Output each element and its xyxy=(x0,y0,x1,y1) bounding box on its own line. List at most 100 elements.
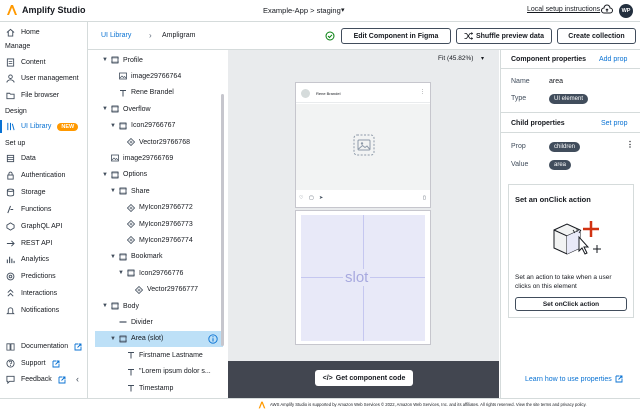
nav-item-ui-library[interactable]: UI Library NEW xyxy=(0,119,87,134)
learn-properties-link[interactable]: Learn how to use properties xyxy=(525,375,623,383)
caret-down-icon[interactable]: ▼ xyxy=(109,254,117,260)
info-icon[interactable] xyxy=(208,334,218,344)
local-setup-link[interactable]: Local setup instructions xyxy=(527,6,600,13)
nav-item-support[interactable]: Support xyxy=(0,356,87,371)
slot-label: slot xyxy=(343,269,371,286)
chevron-down-icon[interactable]: ▾ xyxy=(341,6,345,14)
heart-icon[interactable]: ♡ xyxy=(299,195,303,201)
tree-row[interactable]: Vector29766768 xyxy=(95,134,223,150)
tree-row[interactable]: Firstname Lastname xyxy=(95,347,223,363)
nav-item-feedback[interactable]: Feedback xyxy=(0,372,87,387)
tree-row[interactable]: ▼ Profile xyxy=(95,52,223,68)
overflow-menu-icon[interactable]: ⋮ xyxy=(420,89,425,95)
content-icon xyxy=(6,58,15,67)
tree-row[interactable]: Rene Brandel xyxy=(95,85,223,101)
profile-name: Rene Brandel xyxy=(316,91,341,96)
nav-item-documentation[interactable]: Documentation xyxy=(0,339,87,354)
caret-down-icon[interactable]: ▼ xyxy=(117,270,125,276)
tree-row-label: Icon29766767 xyxy=(131,122,176,130)
tree-row[interactable]: MyIcon29766772 xyxy=(95,200,223,216)
code-icon: </> xyxy=(322,374,333,382)
tree-row[interactable]: "Lorem ipsum dolor s... xyxy=(95,364,223,380)
comment-icon[interactable]: ▢ xyxy=(309,195,314,201)
edit-in-figma-button[interactable]: Edit Component in Figma xyxy=(341,28,451,44)
tree-row[interactable]: image29766764 xyxy=(95,68,223,84)
breadcrumb-ui-library[interactable]: UI Library xyxy=(101,32,131,39)
tree-row[interactable]: MyIcon29766773 xyxy=(95,216,223,232)
caret-down-icon[interactable]: ▼ xyxy=(109,188,117,194)
tree-row[interactable]: ▼ Area (slot) xyxy=(95,330,223,347)
nav-item-functions[interactable]: Functions xyxy=(0,202,87,217)
tree-row[interactable]: ▼ Body xyxy=(95,298,223,314)
nav-item-storage[interactable]: Storage xyxy=(0,185,87,200)
nav-item-notifications[interactable]: Notifications xyxy=(0,303,87,318)
set-onclick-button[interactable]: Set onClick action xyxy=(515,297,627,311)
chevron-down-icon[interactable]: ▾ xyxy=(481,55,484,62)
caret-down-icon[interactable]: ▼ xyxy=(101,106,109,112)
nav-item-label: Analytics xyxy=(21,256,50,264)
zoom-selector[interactable]: Fit (45.82%) xyxy=(438,55,473,62)
nav-item-content[interactable]: Content xyxy=(0,55,87,70)
top-bar: Amplify Studio Example-App > staging ▾ L… xyxy=(0,0,640,22)
environment-selector[interactable]: Example-App > staging xyxy=(263,6,341,15)
nav-item-rest-api[interactable]: REST API xyxy=(0,236,87,251)
nav-item-label: Storage xyxy=(21,188,46,196)
card-profile-header: Rene Brandel ⋮ xyxy=(296,83,430,103)
tree-row[interactable]: ▼ Bookmark xyxy=(95,249,223,265)
set-prop-link[interactable]: Set prop xyxy=(601,120,627,127)
type-badge: UI element xyxy=(549,94,589,104)
nav-item-graphql-api[interactable]: GraphQL API xyxy=(0,219,87,234)
tree-row-label: image29766764 xyxy=(131,72,182,80)
nav-item-data[interactable]: Data xyxy=(0,151,87,166)
caret-down-icon[interactable]: ▼ xyxy=(109,336,117,342)
section-setup: Set up xyxy=(5,140,26,147)
tree-row[interactable]: MyIcon29766774 xyxy=(95,232,223,248)
tree-row[interactable]: ▼ Options xyxy=(95,167,223,183)
shuffle-preview-button[interactable]: Shuffle preview data xyxy=(456,28,552,44)
get-component-code-button[interactable]: </> Get component code xyxy=(315,370,413,386)
slot-area[interactable]: slot xyxy=(295,210,431,345)
nav-item-user-management[interactable]: User management xyxy=(0,71,87,86)
external-link-icon xyxy=(615,375,623,383)
tree-row[interactable]: image29766769 xyxy=(95,150,223,166)
tree-row[interactable]: Vector29766777 xyxy=(95,282,223,298)
tree-row-label: Divider xyxy=(131,318,153,326)
component-preview-card[interactable]: Rene Brandel ⋮ ♡ ▢ ➤ ▯ xyxy=(295,82,431,208)
create-collection-button[interactable]: Create collection xyxy=(557,28,636,44)
brand[interactable]: Amplify Studio xyxy=(6,4,86,16)
vector-icon xyxy=(127,220,135,228)
graphql-icon xyxy=(6,221,15,231)
cloud-upload-icon[interactable] xyxy=(601,4,613,16)
onclick-card: Set an onClick action Set an action to t… xyxy=(508,184,634,318)
collapse-nav-icon[interactable]: ‹ xyxy=(76,374,79,384)
tree-row[interactable]: ▼ Icon29766776 xyxy=(95,265,223,281)
nav-item-authentication[interactable]: Authentication xyxy=(0,168,87,183)
nav-item-predictions[interactable]: Predictions xyxy=(0,269,87,284)
caret-down-icon[interactable]: ▼ xyxy=(101,172,109,178)
add-prop-link[interactable]: Add prop xyxy=(599,56,627,63)
page-footer: AWS Amplify Studio is supported by Amazo… xyxy=(0,398,640,410)
tree-row-label: Vector29766777 xyxy=(147,286,198,294)
tree-row[interactable]: ▼ Icon29766767 xyxy=(95,118,223,134)
divider xyxy=(501,132,640,133)
caret-down-icon[interactable]: ▼ xyxy=(101,303,109,309)
user-avatar[interactable]: WP xyxy=(619,4,633,18)
more-options-icon[interactable]: ⋮ xyxy=(626,140,634,149)
nav-item-home[interactable]: Home xyxy=(0,25,87,40)
properties-panel: Component properties Add prop Name area … xyxy=(500,50,640,398)
tree-scrollbar[interactable] xyxy=(221,94,224,346)
tree-row[interactable]: Timestamp xyxy=(95,380,223,396)
nav-item-label: Predictions xyxy=(21,273,56,281)
nav-item-label: Functions xyxy=(21,205,52,213)
caret-down-icon[interactable]: ▼ xyxy=(101,57,109,63)
bookmark-icon[interactable]: ▯ xyxy=(423,195,426,201)
send-icon[interactable]: ➤ xyxy=(319,195,323,201)
nav-item-analytics[interactable]: Analytics xyxy=(0,252,87,267)
caret-down-icon[interactable]: ▼ xyxy=(109,123,117,129)
tree-row[interactable]: ▼ Overflow xyxy=(95,101,223,117)
nav-item-file-browser[interactable]: File browser xyxy=(0,88,87,103)
value-badge: area xyxy=(549,160,572,170)
tree-row[interactable]: ▼ Share xyxy=(95,183,223,199)
tree-row[interactable]: Divider xyxy=(95,314,223,330)
nav-item-interactions[interactable]: Interactions xyxy=(0,286,87,301)
